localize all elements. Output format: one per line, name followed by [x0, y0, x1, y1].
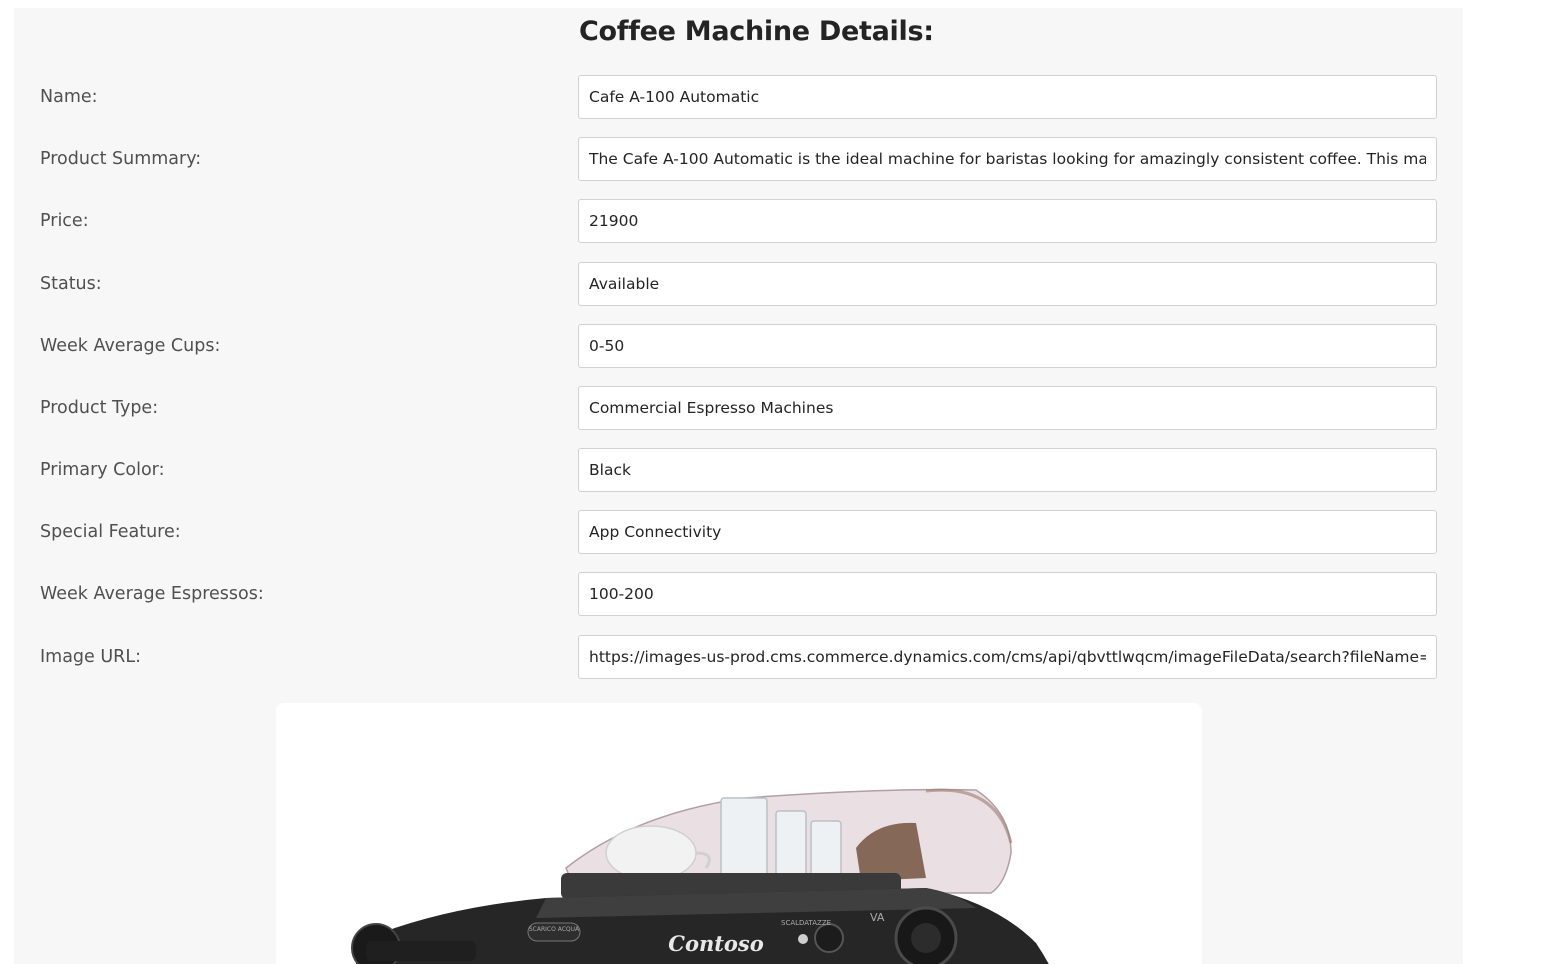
product-summary-field[interactable]	[578, 137, 1437, 181]
status-field[interactable]	[578, 262, 1437, 306]
price-row: Price:	[14, 199, 1463, 243]
week-average-cups-field[interactable]	[578, 324, 1437, 368]
product-summary-row: Product Summary:	[14, 137, 1463, 181]
product-type-row: Product Type:	[14, 386, 1463, 430]
image-url-field[interactable]	[578, 635, 1437, 679]
week-average-cups-row: Week Average Cups:	[14, 324, 1463, 368]
product-summary-label: Product Summary:	[40, 149, 202, 169]
image-url-row: Image URL:	[14, 635, 1463, 679]
cup-shape	[605, 825, 697, 881]
week-average-espressos-label: Week Average Espressos:	[40, 584, 264, 604]
image-url-label: Image URL:	[40, 647, 141, 667]
price-field[interactable]	[578, 199, 1437, 243]
product-type-field[interactable]	[578, 386, 1437, 430]
special-feature-field[interactable]	[578, 510, 1437, 554]
week-average-espressos-row: Week Average Espressos:	[14, 572, 1463, 616]
product-image-card: SCARICO ACQUA SCALDATAZZE VA Contoso	[276, 703, 1202, 964]
primary-color-label: Primary Color:	[40, 460, 165, 480]
special-feature-label: Special Feature:	[40, 522, 181, 542]
week-average-espressos-field[interactable]	[578, 572, 1437, 616]
status-row: Status:	[14, 262, 1463, 306]
page-title: Coffee Machine Details:	[579, 16, 934, 47]
special-feature-row: Special Feature:	[14, 510, 1463, 554]
primary-color-row: Primary Color:	[14, 448, 1463, 492]
status-label: Status:	[40, 274, 102, 294]
name-label: Name:	[40, 87, 98, 107]
price-label: Price:	[40, 211, 89, 231]
knob-label-va: VA	[870, 911, 885, 924]
coffee-machine-image: SCARICO ACQUA SCALDATAZZE VA Contoso	[351, 788, 1049, 964]
brand-logo-text: Contoso	[668, 931, 764, 956]
details-panel: Coffee Machine Details: Name: Product Su…	[14, 8, 1463, 964]
knob-label-water: SCARICO ACQUA	[529, 926, 580, 933]
name-field[interactable]	[578, 75, 1437, 119]
name-row: Name:	[14, 75, 1463, 119]
product-type-label: Product Type:	[40, 398, 159, 418]
primary-color-field[interactable]	[578, 448, 1437, 492]
knob-label-warmer: SCALDATAZZE	[781, 919, 831, 927]
week-average-cups-label: Week Average Cups:	[40, 336, 221, 356]
glass-shape	[720, 797, 768, 879]
